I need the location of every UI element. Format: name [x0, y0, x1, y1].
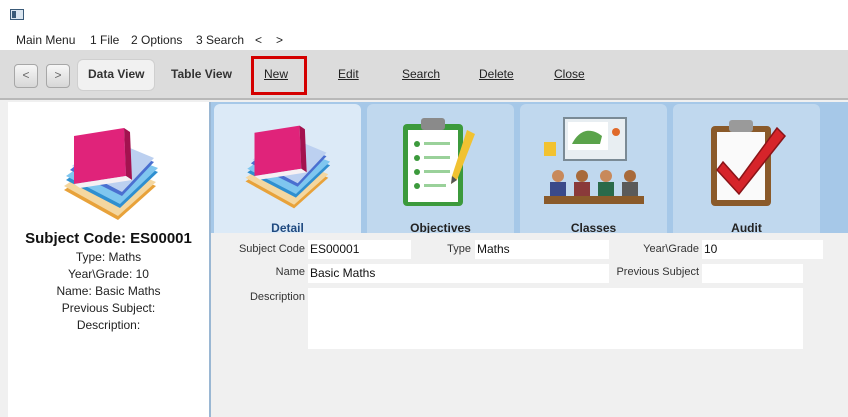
tab-strip: Detail Objectives Classes Audit — [211, 102, 848, 235]
summary-panel: Subject Code: ES00001 Type: Maths Year\G… — [8, 102, 209, 417]
summary-description: Description: — [76, 318, 141, 332]
menu-forward-arrow[interactable]: > — [276, 33, 283, 47]
type-field[interactable]: Maths — [475, 240, 609, 259]
audit-checkmark-icon — [711, 120, 787, 206]
data-view-button[interactable]: Data View — [88, 67, 144, 81]
close-button[interactable]: Close — [554, 67, 585, 81]
tab-detail[interactable]: Detail — [214, 104, 361, 235]
delete-button[interactable]: Delete — [479, 67, 514, 81]
summary-subject-code: Subject Code: ES00001 — [25, 230, 192, 247]
subject-code-label: Subject Code — [238, 243, 305, 255]
clipboard-checklist-icon — [403, 118, 475, 206]
detail-panel: Detail Objectives Classes Audit Subject … — [209, 102, 848, 417]
back-button[interactable]: < — [14, 64, 38, 88]
year-grade-field[interactable]: 10 — [702, 240, 823, 259]
description-label: Description — [249, 291, 305, 303]
tab-classes[interactable]: Classes — [520, 104, 667, 235]
subject-code-field[interactable]: ES00001 — [308, 240, 411, 259]
description-field[interactable] — [308, 288, 803, 349]
search-button[interactable]: Search — [402, 67, 440, 81]
table-view-button[interactable]: Table View — [171, 67, 232, 81]
menu-file[interactable]: 1 File — [90, 33, 119, 47]
edit-button[interactable]: Edit — [338, 67, 359, 81]
subject-form: Subject Code ES00001 Type Maths Year\Gra… — [211, 233, 848, 417]
name-label: Name — [275, 266, 305, 278]
books-icon — [245, 125, 331, 209]
forward-button[interactable]: > — [46, 64, 70, 88]
classroom-icon — [544, 117, 644, 204]
menu-options[interactable]: 2 Options — [131, 33, 182, 47]
menu-bar: Main Menu 1 File 2 Options 3 Search < > — [0, 30, 848, 50]
summary-year-grade: Year\Grade: 10 — [68, 267, 149, 281]
app-window-icon — [10, 9, 24, 20]
new-button-highlight — [251, 56, 307, 95]
summary-type: Type: Maths — [75, 250, 142, 264]
summary-previous-subject: Previous Subject: — [61, 301, 156, 315]
menu-search[interactable]: 3 Search — [196, 33, 244, 47]
type-label: Type — [447, 243, 471, 255]
name-field[interactable]: Basic Maths — [308, 264, 609, 283]
toolbar: < > Data View Table View New Edit Search… — [0, 50, 848, 100]
menu-back-arrow[interactable]: < — [255, 33, 262, 47]
previous-subject-label: Previous Subject — [616, 266, 699, 278]
previous-subject-field[interactable] — [702, 264, 803, 283]
menu-main-menu[interactable]: Main Menu — [16, 33, 75, 47]
books-icon — [64, 128, 158, 220]
window-titlebar — [0, 0, 848, 30]
summary-name: Name: Basic Maths — [56, 284, 161, 298]
tab-audit[interactable]: Audit — [673, 104, 820, 235]
tab-objectives[interactable]: Objectives — [367, 104, 514, 235]
year-grade-label: Year\Grade — [643, 243, 699, 255]
